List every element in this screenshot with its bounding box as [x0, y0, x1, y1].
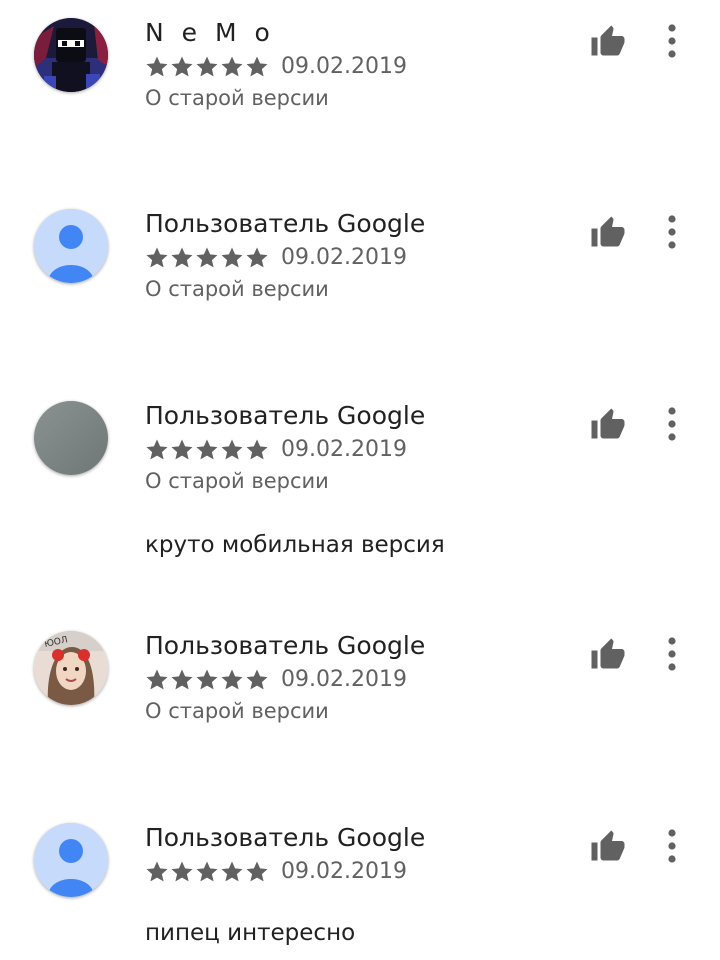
review-meta: 09.02.2019 [145, 859, 407, 885]
more-options-button[interactable] [658, 18, 686, 64]
reviewer-name: Пользователь Google [145, 823, 426, 852]
star-icon [196, 861, 218, 882]
review-meta: 09.02.2019 [145, 245, 407, 271]
reviewer-avatar[interactable]: ЮОЛ [34, 631, 108, 705]
reviewer-name: N e M o [145, 18, 275, 47]
star-icon [221, 56, 243, 77]
more-vert-icon [668, 637, 676, 671]
like-button[interactable] [588, 827, 628, 867]
reviewer-avatar[interactable] [34, 401, 108, 475]
review-date: 09.02.2019 [281, 245, 407, 270]
reviewer-avatar[interactable] [34, 209, 108, 283]
star-icon [221, 669, 243, 690]
reviewer-avatar[interactable] [34, 823, 108, 897]
photo-avatar-image: ЮОЛ [34, 631, 108, 705]
review-date: 09.02.2019 [281, 54, 407, 79]
star-icon [196, 56, 218, 77]
star-icon [146, 669, 168, 690]
thumb-up-icon [591, 216, 625, 247]
star-rating [145, 860, 269, 884]
review-meta: 09.02.2019 [145, 54, 407, 80]
thumb-up-icon [591, 25, 625, 56]
star-rating [145, 55, 269, 79]
default-user-avatar-image [34, 823, 108, 897]
reviewer-name: Пользователь Google [145, 401, 426, 430]
review-item: N e M o 09.02.2019 О старой версии [0, 18, 720, 128]
version-note: О старой версии [145, 86, 329, 110]
more-options-button[interactable] [658, 823, 686, 869]
more-vert-icon [668, 829, 676, 863]
star-icon [171, 861, 193, 882]
star-icon [171, 439, 193, 460]
more-vert-icon [668, 407, 676, 441]
star-icon [246, 861, 268, 882]
more-vert-icon [668, 215, 676, 249]
star-icon [221, 861, 243, 882]
review-item: Пользователь Google 09.02.2019 пипец инт… [0, 823, 720, 958]
version-note: О старой версии [145, 277, 329, 301]
star-icon [221, 439, 243, 460]
thumb-up-icon [591, 638, 625, 669]
version-note: О старой версии [145, 699, 329, 723]
star-icon [171, 247, 193, 268]
star-icon [246, 56, 268, 77]
review-list: N e M o 09.02.2019 О старой версии Польз… [0, 0, 720, 960]
default-user-avatar-image [34, 209, 108, 283]
more-vert-icon [668, 24, 676, 58]
review-date: 09.02.2019 [281, 667, 407, 692]
reviewer-name: Пользователь Google [145, 631, 426, 660]
more-options-button[interactable] [658, 401, 686, 447]
star-icon [171, 669, 193, 690]
star-icon [146, 861, 168, 882]
star-icon [246, 247, 268, 268]
review-text: пипец интересно [145, 920, 356, 946]
more-options-button[interactable] [658, 631, 686, 677]
star-icon [246, 669, 268, 690]
star-icon [246, 439, 268, 460]
reviewer-name: Пользователь Google [145, 209, 426, 238]
like-button[interactable] [588, 22, 628, 62]
review-item: ЮОЛ Пользователь Google 09.02.2019 О ста… [0, 631, 720, 741]
review-meta: 09.02.2019 [145, 437, 407, 463]
ninja-avatar-image [34, 18, 108, 92]
review-date: 09.02.2019 [281, 859, 407, 884]
star-rating [145, 668, 269, 692]
reviewer-avatar[interactable] [34, 18, 108, 92]
star-icon [196, 247, 218, 268]
like-button[interactable] [588, 635, 628, 675]
star-icon [171, 56, 193, 77]
star-icon [146, 439, 168, 460]
review-meta: 09.02.2019 [145, 667, 407, 693]
like-button[interactable] [588, 405, 628, 445]
more-options-button[interactable] [658, 209, 686, 255]
version-note: О старой версии [145, 469, 329, 493]
like-button[interactable] [588, 213, 628, 253]
review-text: круто мобильная версия [145, 532, 445, 558]
review-item: Пользователь Google 09.02.2019 О старой … [0, 209, 720, 319]
thumb-up-icon [591, 830, 625, 861]
review-item: Пользователь Google 09.02.2019 О старой … [0, 401, 720, 571]
star-icon [146, 247, 168, 268]
star-rating [145, 246, 269, 270]
review-date: 09.02.2019 [281, 437, 407, 462]
star-icon [196, 439, 218, 460]
thumb-up-icon [591, 408, 625, 439]
star-icon [221, 247, 243, 268]
star-rating [145, 438, 269, 462]
gray-avatar-image [34, 401, 108, 475]
star-icon [146, 56, 168, 77]
star-icon [196, 669, 218, 690]
